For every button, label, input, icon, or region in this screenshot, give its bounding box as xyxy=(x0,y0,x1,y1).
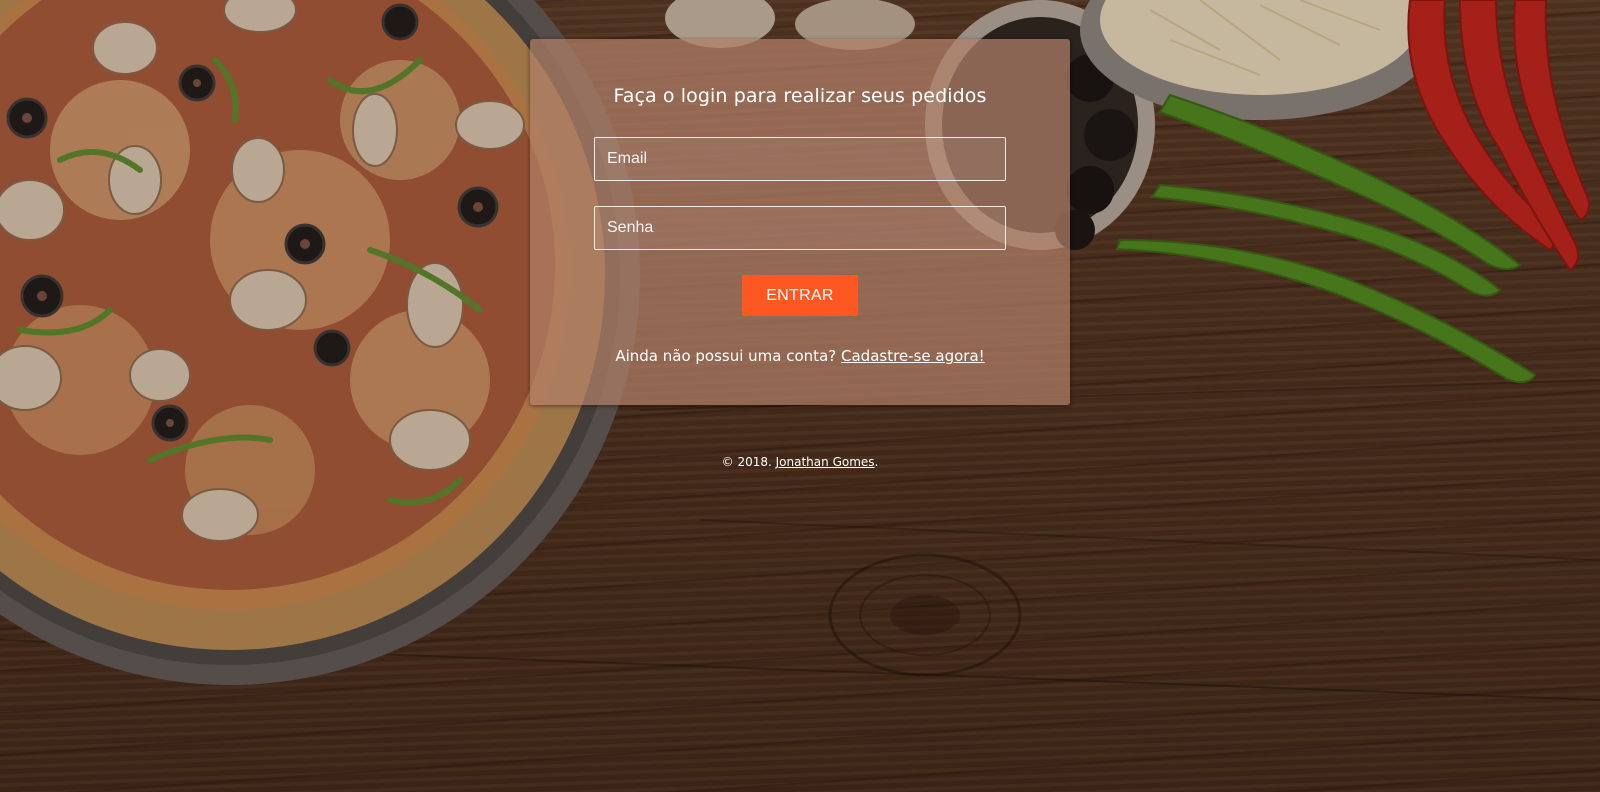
signup-prompt-line: Ainda não possui uma conta? Cadastre-se … xyxy=(530,347,1070,365)
signup-link[interactable]: Cadastre-se agora! xyxy=(841,347,985,365)
login-card: Faça o login para realizar seus pedidos … xyxy=(530,39,1070,405)
email-input[interactable] xyxy=(594,137,1006,181)
footer: © 2018. Jonathan Gomes. xyxy=(0,455,1600,469)
login-title: Faça o login para realizar seus pedidos xyxy=(613,85,987,107)
password-input[interactable] xyxy=(594,206,1006,250)
login-submit-button[interactable]: ENTRAR xyxy=(742,275,858,316)
footer-author-link[interactable]: Jonathan Gomes xyxy=(776,455,875,469)
footer-suffix: . xyxy=(874,455,879,469)
login-page: Faça o login para realizar seus pedidos … xyxy=(0,0,1600,792)
signup-prompt-text: Ainda não possui uma conta? xyxy=(615,347,837,365)
footer-copyright: © 2018. xyxy=(721,455,772,469)
